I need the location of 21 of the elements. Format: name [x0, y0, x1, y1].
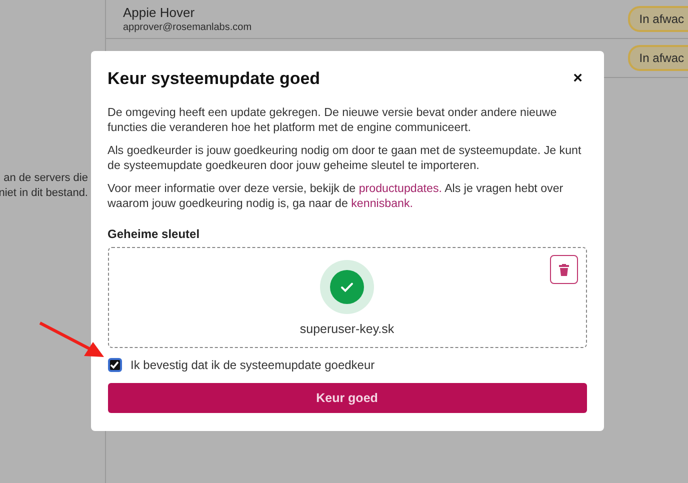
status-badge: In afwac — [628, 45, 688, 71]
link[interactable]: productupdates. — [358, 182, 442, 195]
paragraph: Als goedkeurder is jouw goedkeuring nodig om door te gaan met de systeemupdate. Je kunt de systeemupdate goedkeuren door jouw geheime sleutel te importeren. — [108, 143, 582, 173]
status-badge: In afwac — [628, 6, 688, 32]
link[interactable]: kennisbank. — [351, 197, 413, 210]
user-name: Appie Hover — [123, 5, 196, 20]
delete-button[interactable] — [550, 255, 578, 284]
approve-button[interactable]: Keur goed — [108, 383, 586, 413]
arrow-icon — [38, 320, 106, 360]
file-name: superuser-key.sk — [300, 322, 394, 336]
background-text: an de servers die — [4, 171, 88, 186]
checkbox-label: Ik bevestig dat ik de systeemupdate goedkeur — [130, 358, 375, 372]
user-email: approver@rosemanlabs.com — [123, 22, 252, 33]
paragraph: De omgeving heeft een update gekregen. De nieuwe versie bevat onder andere nieuwe functies die veranderen hoe het platform met de engine communiceert. — [108, 105, 558, 135]
field-label: Geheime sleutel — [108, 227, 201, 241]
paragraph: Voor meer informatie over deze versie, bekijk de productupdates. Als je vragen hebt over waarom jouw goedkeuring nodig is, ga naar de kennisbank. — [108, 181, 564, 211]
checkbox[interactable] — [108, 358, 122, 372]
trash-icon — [558, 264, 568, 276]
close-button[interactable]: × — [569, 70, 586, 88]
drop-zone[interactable]: superuser-key.sk — [108, 247, 586, 348]
dialog-title: Keur systeemupdate goed — [108, 69, 320, 89]
